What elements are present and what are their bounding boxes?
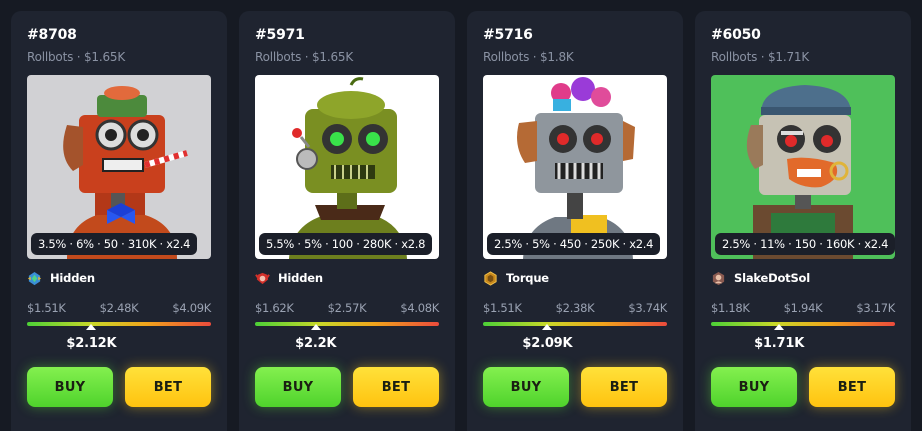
price-range-bar — [711, 322, 895, 326]
current-price: $2.12K — [66, 336, 117, 351]
owner-name: Hidden — [278, 271, 323, 285]
collection-floor: Rollbots · $1.65K — [255, 50, 353, 64]
current-price: $2.2K — [295, 336, 337, 351]
nft-image[interactable] — [255, 75, 439, 259]
price-low: $1.51K — [27, 301, 66, 315]
price-mid: $1.94K — [783, 301, 823, 315]
price-marker — [774, 324, 785, 330]
price-high: $4.08K — [400, 301, 439, 315]
price-range-bar — [255, 322, 439, 326]
robot-illustration — [483, 75, 667, 259]
card-title: #6050 — [711, 27, 761, 43]
price-marker — [542, 324, 553, 330]
price-marker — [310, 324, 321, 330]
nft-image[interactable] — [711, 75, 895, 259]
price-scale: $1.51K $2.48K $4.09K — [27, 301, 211, 315]
card-title: #5716 — [483, 27, 533, 43]
card-title: #8708 — [27, 27, 77, 43]
stats-badge: 3.5% · 6% · 50 · 310K · x2.4 — [31, 233, 198, 255]
price-high: $4.09K — [172, 301, 211, 315]
stats-badge: 2.5% · 5% · 450 · 250K · x2.4 — [487, 233, 661, 255]
price-high: $3.74K — [628, 301, 667, 315]
collection-floor: Rollbots · $1.65K — [27, 50, 125, 64]
price-range-bar — [483, 322, 667, 326]
price-high: $3.17K — [856, 301, 895, 315]
collection-floor: Rollbots · $1.8K — [483, 50, 574, 64]
owner[interactable]: Hidden — [255, 270, 323, 286]
collection-floor: Rollbots · $1.71K — [711, 50, 809, 64]
robot-illustration — [27, 75, 211, 259]
robot-illustration — [255, 75, 439, 259]
emerald-badge-icon — [27, 271, 42, 286]
card-title: #5971 — [255, 27, 305, 43]
buy-button[interactable]: BUY — [483, 367, 569, 407]
stats-badge: 2.5% · 11% · 150 · 160K · x2.4 — [715, 233, 896, 255]
owner-name: SlakeDotSol — [734, 271, 810, 285]
user-avatar-icon — [711, 271, 726, 286]
nft-image[interactable] — [27, 75, 211, 259]
red-crest-icon — [255, 271, 270, 286]
price-mid: $2.48K — [99, 301, 139, 315]
price-scale: $1.62K $2.57K $4.08K — [255, 301, 439, 315]
bet-button[interactable]: BET — [353, 367, 439, 407]
current-price: $2.09K — [522, 336, 573, 351]
buy-button[interactable]: BUY — [711, 367, 797, 407]
price-scale: $1.51K $2.38K $3.74K — [483, 301, 667, 315]
owner[interactable]: Torque — [483, 270, 549, 286]
stats-badge: 5.5% · 5% · 100 · 280K · x2.8 — [259, 233, 433, 255]
price-range-bar — [27, 322, 211, 326]
owner[interactable]: SlakeDotSol — [711, 270, 810, 286]
nft-image[interactable] — [483, 75, 667, 259]
nft-card[interactable]: #6050 Rollbots · $1.71K 2.5% · 11% · 150… — [695, 11, 911, 431]
nft-card[interactable]: #5971 Rollbots · $1.65K 5.5% · 5% · 100 … — [239, 11, 455, 431]
nft-card[interactable]: #5716 Rollbots · $1.8K 2.5% · 5% · 450 ·… — [467, 11, 683, 431]
bet-button[interactable]: BET — [581, 367, 667, 407]
buy-button[interactable]: BUY — [255, 367, 341, 407]
current-price: $1.71K — [754, 336, 805, 351]
owner-name: Torque — [506, 271, 549, 285]
bet-button[interactable]: BET — [809, 367, 895, 407]
price-mid: $2.57K — [327, 301, 367, 315]
price-low: $1.62K — [255, 301, 294, 315]
buy-button[interactable]: BUY — [27, 367, 113, 407]
price-low: $1.18K — [711, 301, 750, 315]
owner[interactable]: Hidden — [27, 270, 95, 286]
gold-hexagon-icon — [483, 270, 498, 286]
robot-illustration — [711, 75, 895, 259]
price-mid: $2.38K — [555, 301, 595, 315]
price-marker — [86, 324, 97, 330]
price-scale: $1.18K $1.94K $3.17K — [711, 301, 895, 315]
nft-card[interactable]: #8708 Rollbots · $1.65K 3.5% · 6% · 50 ·… — [11, 11, 227, 431]
owner-name: Hidden — [50, 271, 95, 285]
price-low: $1.51K — [483, 301, 522, 315]
bet-button[interactable]: BET — [125, 367, 211, 407]
